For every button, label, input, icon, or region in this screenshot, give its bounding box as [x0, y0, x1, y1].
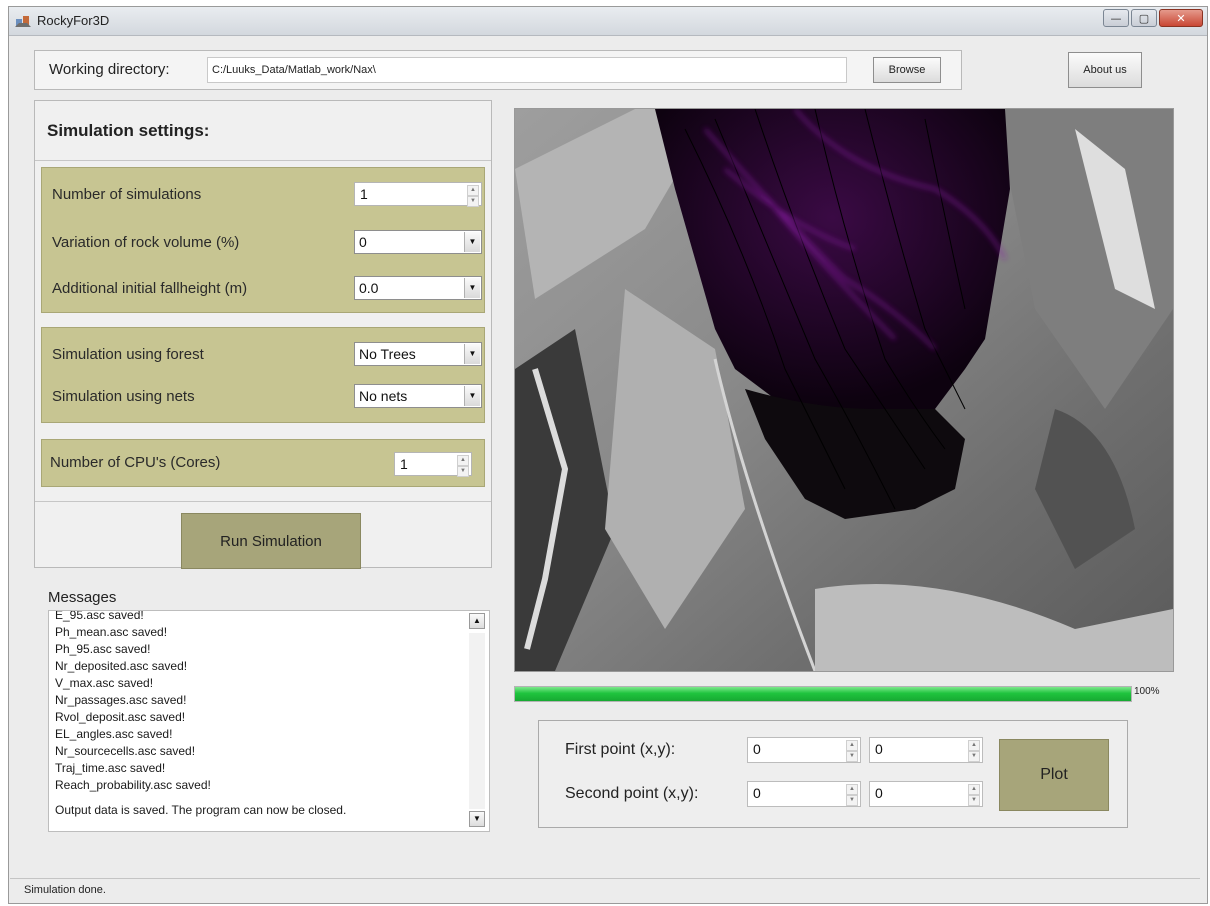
maximize-button[interactable]: ▢ — [1131, 9, 1157, 27]
nets-value: No nets — [359, 388, 408, 404]
cpu-value: 1 — [400, 456, 408, 472]
terrain-map-view[interactable] — [514, 108, 1174, 672]
rock-volume-label: Variation of rock volume (%) — [52, 234, 240, 251]
dropdown-arrow-icon[interactable]: ▼ — [464, 278, 480, 298]
divider — [35, 501, 491, 502]
spin-updown-icon[interactable]: ▲ ▼ — [968, 740, 980, 762]
message-line: V_max.asc saved! — [55, 676, 154, 690]
fallheight-label: Additional initial fallheight (m) — [52, 280, 248, 297]
settings-title: Simulation settings: — [47, 121, 210, 140]
messages-label: Messages — [48, 589, 117, 606]
dropdown-arrow-icon[interactable]: ▼ — [464, 344, 480, 364]
first-point-x-value: 0 — [753, 741, 761, 757]
cpu-spinbox[interactable]: 1 ▲ ▼ — [394, 452, 472, 477]
simulation-progress-bar — [514, 686, 1132, 702]
forest-label: Simulation using forest — [52, 346, 204, 363]
spin-updown-icon[interactable]: ▲ ▼ — [457, 455, 469, 477]
messages-scrollbar[interactable]: ▲ ▼ — [469, 613, 487, 829]
forest-dropdown[interactable]: No Trees ▼ — [354, 342, 482, 366]
status-bar: Simulation done. — [10, 878, 1200, 903]
fallheight-dropdown[interactable]: 0.0 ▼ — [354, 276, 482, 300]
first-point-x-spinbox[interactable]: 0 ▲ ▼ — [747, 737, 861, 763]
plot-button[interactable]: Plot — [999, 739, 1109, 811]
second-point-y-spinbox[interactable]: 0 ▲ ▼ — [869, 781, 983, 807]
second-point-y-value: 0 — [875, 785, 883, 801]
progress-label: 100% — [1134, 686, 1160, 697]
message-line: EL_angles.asc saved! — [55, 727, 173, 741]
spin-updown-icon[interactable]: ▲ ▼ — [467, 185, 479, 207]
dropdown-arrow-icon[interactable]: ▼ — [464, 232, 480, 252]
about-us-button[interactable]: About us — [1068, 52, 1142, 88]
status-text: Simulation done. — [24, 884, 106, 896]
nets-label: Simulation using nets — [52, 388, 195, 405]
second-point-x-spinbox[interactable]: 0 ▲ ▼ — [747, 781, 861, 807]
profile-plot-panel: First point (x,y): 0 ▲ ▼ 0 ▲ ▼ Second poin… — [538, 720, 1128, 828]
rock-volume-value: 0 — [359, 234, 367, 250]
message-line: Nr_deposited.asc saved! — [55, 659, 188, 673]
message-final-line: Output data is saved. The program can no… — [55, 803, 347, 817]
message-line: Rvol_deposit.asc saved! — [55, 710, 186, 724]
app-icon — [15, 16, 31, 27]
browse-button[interactable]: Browse — [873, 57, 941, 83]
minimize-button[interactable]: — — [1103, 9, 1129, 27]
messages-content: E_95.asc saved! Ph_mean.asc saved! Ph_95… — [55, 610, 467, 819]
first-point-label: First point (x,y): — [565, 741, 676, 758]
scroll-down-icon[interactable]: ▼ — [469, 811, 485, 827]
working-directory-label: Working directory: — [49, 61, 170, 78]
run-simulation-button[interactable]: Run Simulation — [181, 513, 361, 569]
title-bar: RockyFor3D — ▢ ✕ — [9, 7, 1207, 36]
close-button[interactable]: ✕ — [1159, 9, 1203, 27]
progress-fill — [515, 687, 1131, 701]
spin-updown-icon[interactable]: ▲ ▼ — [968, 784, 980, 806]
first-point-y-value: 0 — [875, 741, 883, 757]
scroll-up-icon[interactable]: ▲ — [469, 613, 485, 629]
divider — [35, 160, 491, 161]
scroll-track[interactable] — [469, 633, 485, 809]
message-line: Traj_time.asc saved! — [55, 761, 166, 775]
cpu-label: Number of CPU's (Cores) — [50, 454, 221, 471]
num-simulations-label: Number of simulations — [52, 186, 202, 203]
message-line: Ph_mean.asc saved! — [55, 625, 168, 639]
message-line: Ph_95.asc saved! — [55, 642, 151, 656]
dropdown-arrow-icon[interactable]: ▼ — [464, 386, 480, 406]
protection-group: Simulation using forest No Trees ▼ Simul… — [41, 327, 485, 423]
fallheight-value: 0.0 — [359, 280, 379, 296]
second-point-x-value: 0 — [753, 785, 761, 801]
simulation-settings-panel: Simulation settings: Number of simulatio… — [34, 100, 492, 569]
cpu-group: Number of CPU's (Cores) 1 ▲ ▼ — [41, 439, 485, 487]
first-point-y-spinbox[interactable]: 0 ▲ ▼ — [869, 737, 983, 763]
message-line: E_95.asc saved! — [55, 610, 144, 622]
rock-parameters-group: Number of simulations 1 ▲ ▼ Variation of … — [41, 167, 485, 313]
message-line: Nr_passages.asc saved! — [55, 693, 187, 707]
trajectory-map — [515, 109, 1173, 671]
spin-updown-icon[interactable]: ▲ ▼ — [846, 784, 858, 806]
window-title: RockyFor3D — [37, 13, 110, 28]
num-simulations-spinbox[interactable]: 1 ▲ ▼ — [354, 182, 482, 207]
working-directory-input[interactable]: C:/Luuks_Data/Matlab_work/Nax\ — [207, 57, 847, 83]
spin-updown-icon[interactable]: ▲ ▼ — [846, 740, 858, 762]
forest-value: No Trees — [359, 346, 416, 362]
nets-dropdown[interactable]: No nets ▼ — [354, 384, 482, 408]
working-directory-bar: Working directory: C:/Luuks_Data/Matlab_… — [34, 50, 962, 90]
messages-log[interactable]: E_95.asc saved! Ph_mean.asc saved! Ph_95… — [48, 610, 490, 832]
second-point-label: Second point (x,y): — [565, 785, 699, 802]
message-line: Reach_probability.asc saved! — [55, 778, 211, 792]
window-controls: — ▢ ✕ — [1103, 9, 1203, 27]
rock-volume-dropdown[interactable]: 0 ▼ — [354, 230, 482, 254]
num-simulations-value: 1 — [360, 186, 368, 202]
message-line: Nr_sourcecells.asc saved! — [55, 744, 196, 758]
